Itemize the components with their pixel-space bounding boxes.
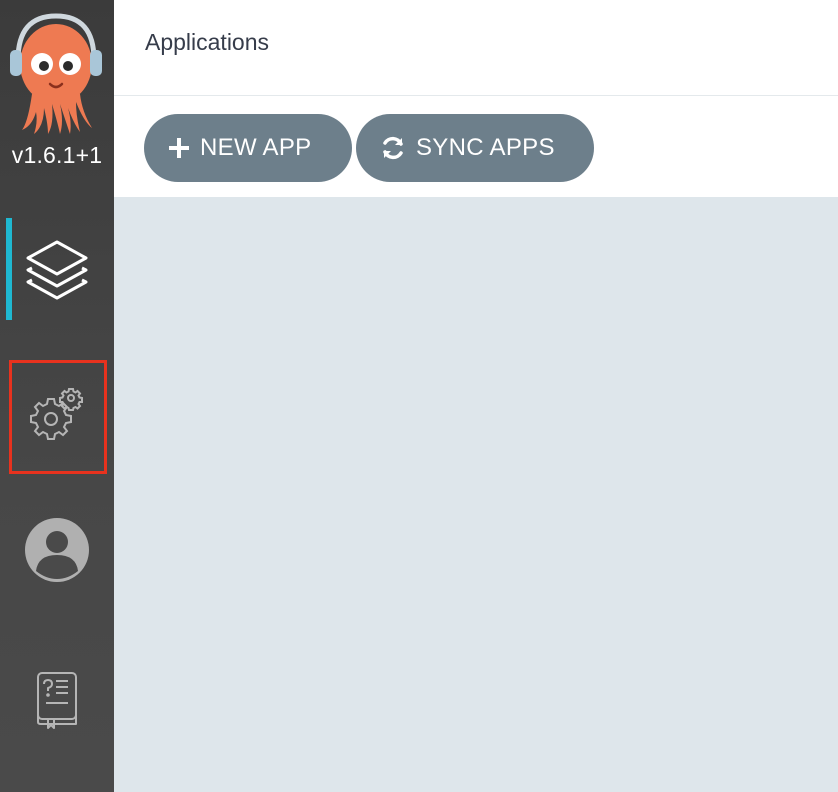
sidebar-item-applications[interactable]: [0, 218, 114, 320]
active-indicator: [6, 218, 12, 320]
sync-icon: [380, 135, 406, 161]
argo-cd-app: v1.6.1+1 Applications NEW APP SYNC APPS: [0, 0, 838, 792]
sidebar: v1.6.1+1: [0, 0, 114, 792]
main-content: Applications NEW APP SYNC APPS: [114, 0, 838, 792]
sidebar-item-user-info[interactable]: [0, 510, 114, 590]
sidebar-item-settings[interactable]: [0, 360, 114, 470]
argo-logo[interactable]: [0, 0, 114, 140]
octopus-logo-icon: [10, 13, 102, 134]
new-app-label: NEW APP: [200, 134, 312, 161]
plus-icon: [168, 137, 190, 159]
version-label: v1.6.1+1: [11, 142, 103, 168]
sync-apps-button[interactable]: SYNC APPS: [356, 114, 594, 182]
new-app-button[interactable]: NEW APP: [144, 114, 352, 182]
top-bar: Applications: [114, 0, 838, 96]
help-book-icon: [37, 672, 77, 729]
page-title: Applications: [145, 29, 270, 55]
gears-icon: [30, 388, 83, 440]
toolbar: NEW APP SYNC APPS: [114, 96, 838, 197]
sync-apps-label: SYNC APPS: [416, 134, 555, 161]
sidebar-item-documentation[interactable]: [0, 660, 114, 740]
layers-icon: [26, 240, 88, 300]
user-avatar-icon: [25, 518, 89, 582]
